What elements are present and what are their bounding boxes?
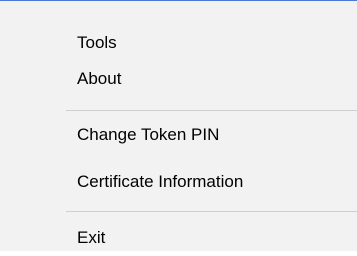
menu-item-label: About (77, 69, 122, 88)
menu-item-change-token-pin[interactable]: Change Token PIN (0, 117, 357, 153)
menu-item-label: Change Token PIN (77, 125, 220, 144)
menu-item-certificate-information[interactable]: Certificate Information (0, 164, 357, 200)
menu-item-label: Tools (77, 33, 117, 52)
context-menu: Tools About Change Token PIN Certificate… (0, 0, 357, 251)
menu-item-label: Certificate Information (77, 172, 244, 191)
menu-item-tools[interactable]: Tools (0, 25, 357, 61)
menu-separator (66, 110, 357, 111)
menu-item-about[interactable]: About (0, 61, 357, 97)
menu-separator (66, 211, 357, 212)
menu-item-label: Exit (77, 228, 106, 247)
